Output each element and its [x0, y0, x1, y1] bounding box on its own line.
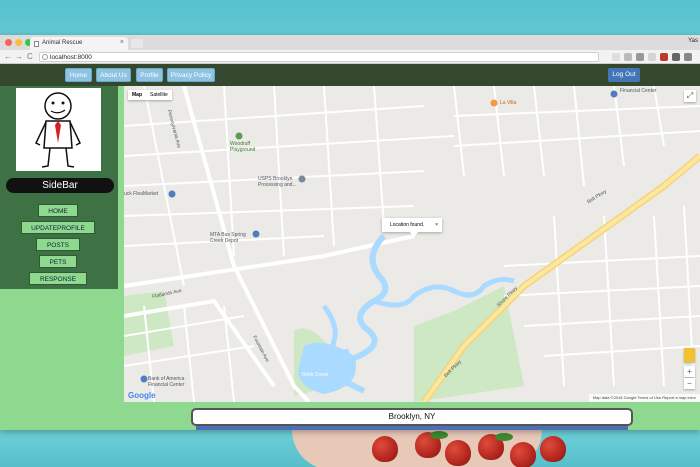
map-attribution[interactable]: Map data ©2018 Google Terms of Use Repor… — [588, 394, 700, 402]
map-label-mta: MTA Bus Spring Creek Depot — [210, 232, 246, 244]
info-window-close-icon[interactable]: × — [435, 218, 438, 232]
map-label-usps: USPS Brooklyn Processing and... — [258, 176, 297, 188]
close-window-button[interactable] — [5, 39, 12, 46]
nav-profile-button[interactable]: Profile — [136, 68, 163, 82]
extension-icon[interactable] — [636, 53, 644, 61]
map-canvas[interactable] — [124, 86, 700, 402]
new-tab-button[interactable] — [131, 39, 143, 48]
map-label-financial-center: Financial Center — [620, 88, 657, 94]
main-content: SideBar HOME UPDATEPROFILE POSTS PETS RE… — [0, 86, 700, 430]
pegman-icon[interactable] — [684, 348, 695, 362]
nav-privacy-button[interactable]: Privacy Policy — [167, 68, 215, 82]
nav-home-button[interactable]: Home — [65, 68, 92, 82]
zoom-in-button[interactable]: + — [684, 366, 695, 377]
map-label-woodruff: Woodruff Playground — [230, 141, 256, 153]
fullscreen-icon[interactable]: ⤢ — [684, 90, 696, 102]
app-navbar: Home About Us Profile Privacy Policy Log… — [0, 64, 700, 86]
background-photo-top — [0, 0, 700, 40]
forward-arrow-icon[interactable]: → — [15, 52, 23, 62]
map-type-control[interactable]: Map Satellite — [128, 90, 172, 100]
map-type-satellite-button[interactable]: Satellite — [146, 90, 172, 100]
address-bar[interactable]: localhost:8000 — [39, 52, 599, 62]
star-icon[interactable] — [612, 53, 620, 61]
extension-icon[interactable] — [660, 53, 668, 61]
map-type-map-button[interactable]: Map — [128, 90, 146, 100]
profile-name[interactable]: Yas — [688, 38, 698, 44]
map-label-la-villa: La Villa — [500, 100, 517, 106]
minimize-window-button[interactable] — [15, 39, 22, 46]
map-label-betts-creek: Betts Creek — [302, 372, 329, 378]
avatar — [16, 88, 101, 171]
sidebar-item-posts[interactable]: POSTS — [36, 238, 80, 251]
logout-button[interactable]: Log Out — [608, 68, 640, 82]
reload-icon[interactable]: C — [27, 52, 33, 62]
browser-tabbar: Animal Rescue × Yas — [0, 35, 700, 50]
google-logo[interactable]: Google — [128, 391, 156, 400]
zoom-out-button[interactable]: − — [684, 378, 695, 389]
sidebar-item-updateprofile[interactable]: UPDATEPROFILE — [21, 221, 95, 234]
strawberry-photo — [445, 440, 471, 466]
back-arrow-icon[interactable]: ← — [4, 52, 12, 62]
location-info-window: Location found. × — [382, 218, 442, 237]
strawberry-photo — [510, 442, 536, 467]
strawberry-leaf-photo — [495, 433, 513, 441]
location-display: Brooklyn, NY — [191, 408, 633, 426]
google-map[interactable]: Map Satellite ⤢ Financial Center La Villa… — [124, 86, 700, 402]
strawberry-photo — [540, 436, 566, 462]
url-text: localhost:8000 — [50, 54, 92, 61]
tab-title: Animal Rescue — [42, 40, 83, 46]
extension-icon[interactable] — [672, 53, 680, 61]
map-label-flea-market: uck FleaMarket — [124, 191, 159, 197]
strawberry-leaf-photo — [430, 431, 448, 439]
nav-about-button[interactable]: About Us — [96, 68, 131, 82]
blue-footer-strip — [196, 426, 628, 430]
stick-figure-avatar-icon — [35, 92, 81, 168]
sidebar: SideBar HOME UPDATEPROFILE POSTS PETS RE… — [0, 86, 118, 289]
info-icon[interactable] — [42, 54, 48, 60]
info-window-text: Location found. — [390, 222, 425, 228]
menu-icon[interactable] — [684, 53, 692, 61]
sidebar-title: SideBar — [6, 178, 114, 193]
strawberry-photo — [372, 436, 398, 462]
extension-icon[interactable] — [624, 53, 632, 61]
browser-toolbar: ← → C localhost:8000 — [0, 50, 700, 64]
browser-tab[interactable]: Animal Rescue × — [30, 37, 128, 50]
sidebar-item-pets[interactable]: PETS — [39, 255, 77, 268]
sidebar-item-response[interactable]: RESPONSE — [29, 272, 87, 285]
tab-close-icon[interactable]: × — [120, 39, 124, 46]
sidebar-item-home[interactable]: HOME — [38, 204, 78, 217]
map-label-bank: Bank of America Financial Center — [148, 376, 185, 388]
extension-icon[interactable] — [648, 53, 656, 61]
browser-window: Animal Rescue × Yas ← → C localhost:8000… — [0, 35, 700, 430]
page-icon — [34, 41, 39, 47]
